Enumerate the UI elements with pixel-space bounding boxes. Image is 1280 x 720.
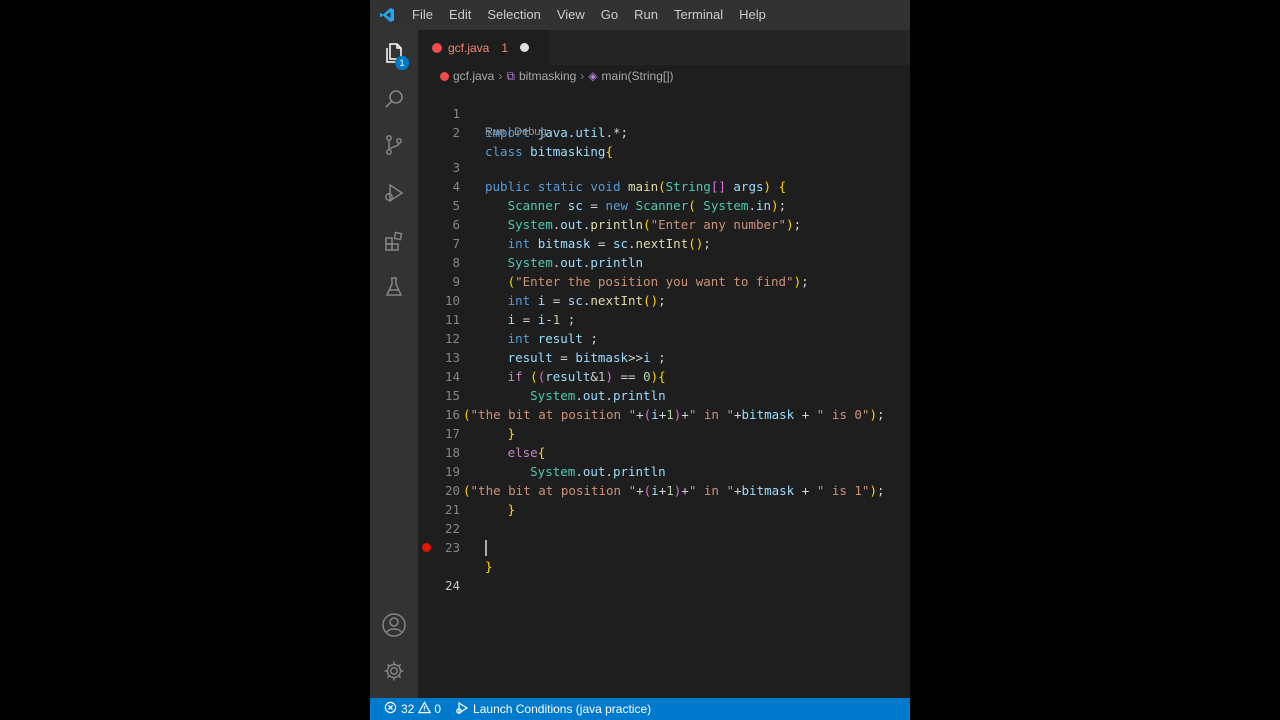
code-line: 18 System.out.println	[418, 424, 910, 479]
account-icon	[381, 612, 407, 643]
code-line: 5 System.out.println("Enter any number")…	[418, 177, 910, 232]
problems-indicator[interactable]: 32 0	[384, 701, 441, 717]
code-line: 6 int bitmask = sc.nextInt();	[418, 196, 910, 251]
code-line: 1 import java.util.*;	[418, 85, 910, 140]
search-icon	[382, 87, 406, 116]
chevron-right-icon: ›	[498, 69, 503, 83]
breakpoint-icon[interactable]	[422, 543, 431, 552]
extensions-button[interactable]	[370, 220, 418, 266]
menu-view[interactable]: View	[549, 0, 593, 30]
method-symbol-icon: ◈	[588, 69, 598, 83]
code-line: 3 public static void main(String[] args)…	[418, 139, 910, 194]
extensions-icon	[382, 229, 406, 258]
tab-filename: gcf.java	[448, 40, 490, 55]
menu-go[interactable]: Go	[593, 0, 626, 30]
search-button[interactable]	[370, 78, 418, 124]
code-line: 23 }	[418, 519, 910, 574]
code-line: 10 i = i-1 ;	[418, 272, 910, 327]
accounts-button[interactable]	[370, 604, 418, 650]
error-icon	[432, 42, 442, 53]
line-number: 24	[444, 578, 460, 593]
code-line: 17 else{	[418, 405, 910, 460]
tab-problem-count: 1	[501, 40, 509, 55]
source-control-icon	[382, 133, 406, 162]
menu-terminal[interactable]: Terminal	[666, 0, 731, 30]
code-line: 8 ("Enter the position you want to find"…	[418, 234, 910, 289]
manage-button[interactable]	[370, 650, 418, 696]
code-line: 20 }	[418, 462, 910, 517]
code-line: 9 int i = sc.nextInt();	[418, 253, 910, 308]
run-debug-icon	[382, 181, 406, 210]
menu-help[interactable]: Help	[731, 0, 774, 30]
code-line: 7 System.out.println	[418, 215, 910, 270]
codelens-run-debug[interactable]: Run | Debug	[485, 125, 547, 139]
chevron-right-icon: ›	[580, 69, 585, 83]
vscode-window: File Edit Selection View Go Run Terminal…	[370, 0, 910, 720]
code-line: 2 class bitmasking{	[418, 104, 910, 159]
title-bar: File Edit Selection View Go Run Terminal…	[370, 0, 910, 30]
code-line: 14 System.out.println	[418, 348, 910, 403]
menu-selection[interactable]: Selection	[479, 0, 548, 30]
class-symbol-icon: ⧉	[506, 68, 515, 83]
status-bar: 32 0 Launch Conditions (java practice)	[370, 698, 910, 720]
debug-launch-icon	[455, 701, 469, 718]
activity-bar: 1	[370, 30, 418, 698]
code-line: 4 Scanner sc = new Scanner( System.in);	[418, 158, 910, 213]
code-line-current: 24	[418, 538, 910, 593]
menu-edit[interactable]: Edit	[441, 0, 479, 30]
vscode-logo-icon	[370, 0, 404, 30]
breadcrumb-method[interactable]: main(String[])	[602, 69, 674, 83]
code-editor[interactable]: 1 import java.util.*; 2 class bitmasking…	[418, 85, 910, 698]
explorer-badge: 1	[395, 56, 409, 70]
code-line: 19 ("the bit at position "+(i+1)+" in "+…	[418, 443, 910, 498]
warning-icon	[418, 701, 432, 717]
code-line: 11 int result ;	[418, 291, 910, 346]
breadcrumb-class[interactable]: bitmasking	[519, 69, 576, 83]
code-line: 15 ("the bit at position "+(i+1)+" in "+…	[418, 367, 910, 422]
menu-file[interactable]: File	[404, 0, 441, 30]
testing-button[interactable]	[370, 266, 418, 312]
breadcrumb-file[interactable]: gcf.java	[453, 69, 494, 83]
editor-tabs: gcf.java 1	[418, 30, 910, 65]
gear-icon	[382, 659, 406, 688]
code-line: 21	[418, 481, 910, 517]
code-text: }	[485, 559, 493, 574]
code-line: 16 }	[418, 386, 910, 441]
error-count: 32	[401, 702, 415, 716]
source-control-button[interactable]	[370, 124, 418, 170]
code-line: 22	[418, 500, 910, 536]
code-line: 13 if ((result&1) == 0){	[418, 329, 910, 384]
warning-count: 0	[434, 702, 442, 716]
testing-icon	[382, 275, 406, 304]
text-cursor	[485, 540, 487, 556]
menu-run[interactable]: Run	[626, 0, 666, 30]
code-line: 12 result = bitmask>>i ;	[418, 310, 910, 365]
tab-gcf-java[interactable]: gcf.java 1	[418, 30, 550, 65]
error-icon	[440, 71, 449, 81]
run-debug-button[interactable]	[370, 172, 418, 218]
breadcrumb: gcf.java › ⧉ bitmasking › ◈ main(String[…	[418, 65, 910, 87]
unsaved-dot-icon[interactable]	[520, 43, 530, 52]
launch-config-label: Launch Conditions (java practice)	[473, 702, 652, 716]
explorer-button[interactable]: 1	[370, 32, 418, 78]
launch-config[interactable]: Launch Conditions (java practice)	[455, 701, 651, 718]
error-circle-icon	[384, 701, 397, 717]
